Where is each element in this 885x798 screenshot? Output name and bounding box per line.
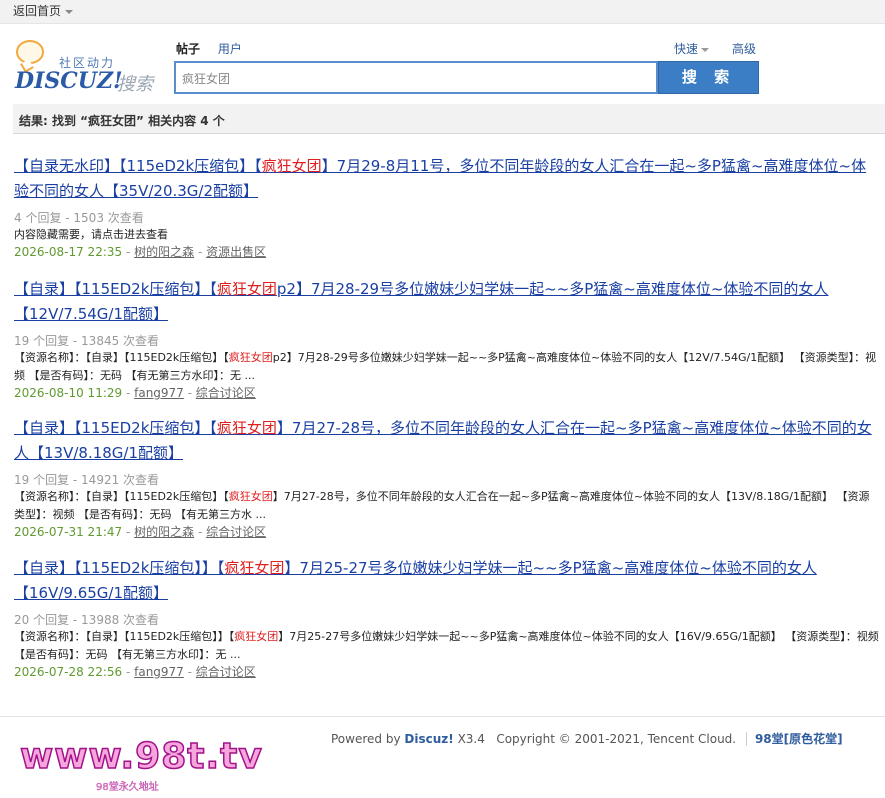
search-type-tabs: 帖子 用户 [176, 40, 256, 57]
result-title-link[interactable]: 【自录无水印】【115eD2k压缩包】【疯狂女团】7月29-8月11号，多位不同… [14, 157, 866, 200]
result-meta: 2026-07-31 21:47 - 树的阳之森 - 综合讨论区 [14, 524, 879, 540]
footer-divider [0, 716, 885, 717]
result-summary: 结果: 找到 “疯狂女团” 相关内容 4 个 [13, 104, 885, 134]
post-date: 2026-08-17 22:35 [14, 245, 123, 259]
result-snippet: 【资源名称】：【自录】【115ED2k压缩包】【疯狂女团】7月27-28号，多位… [14, 488, 879, 524]
watermark-caption: 98堂永久地址 [96, 782, 159, 793]
forum-link[interactable]: 资源出售区 [206, 245, 266, 259]
result-meta: 2026-08-10 11:29 - fang977 - 综合讨论区 [14, 385, 879, 401]
result-stats: 19 个回复 - 13845 次查看 [14, 334, 160, 348]
list-item: 【自录无水印】【115eD2k压缩包】【疯狂女团】7月29-8月11号，多位不同… [14, 154, 879, 260]
top-bar: 返回首页 [0, 0, 885, 24]
discuz-link[interactable]: Discuz! [404, 732, 453, 746]
chevron-down-icon [701, 47, 710, 52]
powered-by-text: Powered by [331, 732, 401, 746]
result-snippet: 【资源名称】：【自录】【115ED2k压缩包】】【疯狂女团】7月25-27号多位… [14, 628, 879, 664]
meta-separator: - [194, 525, 207, 539]
forum-link[interactable]: 综合讨论区 [206, 525, 266, 539]
author-link[interactable]: 树的阳之森 [134, 525, 194, 539]
footer: Powered by Discuz! X3.4 Copyright © 2001… [331, 730, 843, 747]
discuz-logo[interactable]: 社区动力 DISCUZ! 搜索 [13, 38, 163, 98]
snippet-text: 【资源名称】：【自录】【115ED2k压缩包】【 [14, 351, 229, 364]
meta-separator: - [183, 665, 196, 679]
snippet-highlight: 疯狂女团 [228, 490, 273, 503]
logo-brand: DISCUZ! [15, 68, 123, 94]
copyright-text: Copyright © 2001-2021, Tencent Cloud. [496, 732, 737, 746]
result-title-link[interactable]: 【自录】【115ED2k压缩包】】【疯狂女团】7月25-27号多位嫩妹少妇学妹一… [14, 559, 817, 602]
speech-bubble-icon [16, 40, 44, 64]
post-date: 2026-07-31 21:47 [14, 525, 123, 539]
search-input[interactable]: 疯狂女团 [174, 61, 658, 94]
chevron-down-icon [65, 9, 74, 14]
title-highlight: 疯狂女团 [216, 419, 277, 437]
tab-threads[interactable]: 帖子 [176, 42, 200, 56]
title-text: 【自录】【115ED2k压缩包】】【 [14, 559, 225, 577]
site-name-link[interactable]: 98堂[原色花堂] [745, 732, 843, 746]
post-date: 2026-08-10 11:29 [14, 386, 123, 400]
title-highlight: 疯狂女团 [216, 280, 277, 298]
result-stats: 19 个回复 - 14921 次查看 [14, 473, 160, 487]
title-highlight: 疯狂女团 [224, 559, 285, 577]
snippet-highlight: 疯狂女团 [234, 630, 279, 643]
meta-separator: - [122, 245, 135, 259]
title-highlight: 疯狂女团 [261, 157, 322, 175]
meta-separator: - [122, 386, 135, 400]
meta-separator: - [122, 525, 135, 539]
list-item: 【自录】【115ED2k压缩包】【疯狂女团】7月27-28号，多位不同年龄段的女… [14, 416, 879, 540]
meta-separator: - [122, 665, 135, 679]
meta-separator: - [194, 245, 207, 259]
result-snippet: 内容隐藏需要，请点击进去查看 [14, 226, 879, 244]
result-stats: 4 个回复 - 1503 次查看 [14, 211, 144, 225]
watermark-url: www.98t.tv [19, 735, 263, 778]
title-text: 【自录】【115ED2k压缩包】【 [14, 280, 217, 298]
home-link-label: 返回首页 [13, 4, 62, 18]
snippet-text: 【资源名称】：【自录】【115ED2k压缩包】【 [14, 490, 229, 503]
result-meta: 2026-08-17 22:35 - 树的阳之森 - 资源出售区 [14, 244, 879, 260]
author-link[interactable]: fang977 [134, 386, 184, 400]
result-meta: 2026-07-28 22:56 - fang977 - 综合讨论区 [14, 664, 879, 680]
result-title-link[interactable]: 【自录】【115ED2k压缩包】【疯狂女团p2】7月28-29号多位嫩妹少妇学妹… [14, 280, 828, 323]
snippet-highlight: 疯狂女团 [228, 351, 273, 364]
result-stats: 20 个回复 - 13988 次查看 [14, 613, 160, 627]
quick-search-label: 快速 [674, 42, 699, 56]
forum-link[interactable]: 综合讨论区 [196, 386, 256, 400]
meta-separator: - [183, 386, 196, 400]
snippet-text: 内容隐藏需要，请点击进去查看 [14, 228, 168, 241]
home-link[interactable]: 返回首页 [13, 2, 74, 19]
snippet-text: 【资源名称】：【自录】【115ED2k压缩包】】【 [14, 630, 235, 643]
title-text: 【自录无水印】【115eD2k压缩包】【 [14, 157, 262, 175]
result-title-link[interactable]: 【自录】【115ED2k压缩包】【疯狂女团】7月27-28号，多位不同年龄段的女… [14, 419, 872, 462]
quick-search-dropdown[interactable]: 快速 [674, 40, 710, 57]
result-snippet: 【资源名称】：【自录】【115ED2k压缩包】【疯狂女团p2】7月28-29号多… [14, 349, 879, 385]
search-button[interactable]: 搜 索 [658, 61, 759, 94]
watermark-logo: www.98t.tv 98堂永久地址 [19, 735, 262, 793]
title-text: 【自录】【115ED2k压缩包】【 [14, 419, 217, 437]
author-link[interactable]: 树的阳之森 [134, 245, 194, 259]
post-date: 2026-07-28 22:56 [14, 665, 123, 679]
author-link[interactable]: fang977 [134, 665, 184, 679]
version-text: X3.4 [457, 732, 485, 746]
logo-search-word: 搜索 [117, 74, 153, 95]
forum-link[interactable]: 综合讨论区 [196, 665, 256, 679]
advanced-search-link[interactable]: 高级 [732, 40, 756, 57]
tab-users[interactable]: 用户 [218, 42, 242, 56]
list-item: 【自录】【115ED2k压缩包】【疯狂女团p2】7月28-29号多位嫩妹少妇学妹… [14, 277, 879, 401]
search-header: 社区动力 DISCUZ! 搜索 帖子 用户 快速 高级 疯狂女团 搜 索 [0, 24, 885, 104]
list-item: 【自录】【115ED2k压缩包】】【疯狂女团】7月25-27号多位嫩妹少妇学妹一… [14, 556, 879, 680]
